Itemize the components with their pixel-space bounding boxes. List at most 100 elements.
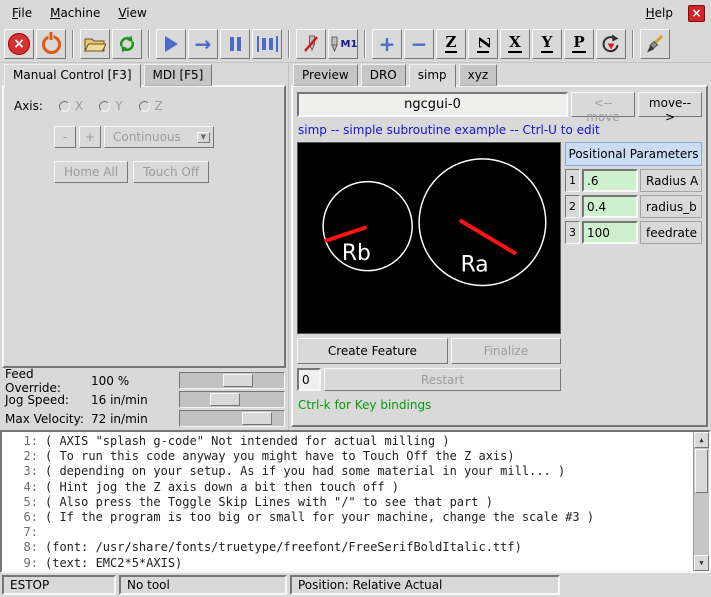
machine-power-button[interactable] — [36, 29, 66, 59]
param-value-entry[interactable]: 100 — [582, 221, 638, 244]
jog-minus-button[interactable]: - — [54, 126, 76, 148]
chevron-down-icon: ▼ — [197, 132, 210, 143]
positional-parameters: Positional Parameters 1 .6 Radius A 2 0.… — [565, 142, 702, 415]
gcode-line[interactable]: 3:( depending on your setup. As if you h… — [2, 464, 693, 479]
param-value-entry[interactable]: 0.4 — [582, 195, 638, 218]
move-right-button[interactable]: move--> — [638, 92, 702, 117]
rotate-view-button[interactable] — [596, 29, 626, 59]
gcode-line[interactable]: 4:( Hint jog the Z axis down a bit then … — [2, 480, 693, 495]
slider-thumb[interactable] — [210, 393, 240, 406]
view-front-button[interactable]: Y — [532, 29, 562, 59]
stop-icon — [257, 36, 278, 52]
view-perspective-button[interactable]: P — [564, 29, 594, 59]
gcode-line-text: (font: /usr/share/fonts/truetype/freefon… — [38, 540, 522, 555]
estop-button[interactable]: × — [4, 29, 34, 59]
gcode-line[interactable]: 9:(text: EMC2*5*AXIS) — [2, 556, 693, 571]
tab-dro[interactable]: DRO — [361, 64, 406, 86]
axis-z-radio[interactable]: Z — [139, 99, 163, 113]
jog-speed-slider[interactable] — [179, 391, 285, 408]
menu-help[interactable]: Help — [637, 2, 682, 24]
toolbar-separator — [148, 30, 150, 58]
move-left-button[interactable]: <--move — [571, 92, 635, 117]
zoom-out-icon: − — [411, 34, 428, 54]
gcode-line[interactable]: 1:( AXIS "splash g-code" Not intended fo… — [2, 434, 693, 449]
gcode-line-number: 6: — [2, 510, 38, 525]
param-index: 2 — [565, 195, 580, 218]
jog-plus-button[interactable]: + — [79, 126, 101, 148]
jog-mode-select[interactable]: Continuous ▼ — [104, 126, 214, 148]
clear-plot-button[interactable] — [640, 29, 670, 59]
gcode-line[interactable]: 8:(font: /usr/share/fonts/truetype/freef… — [2, 540, 693, 555]
gcode-line[interactable]: 5:( Also press the Toggle Skip Lines wit… — [2, 495, 693, 510]
restart-button[interactable]: Restart — [324, 368, 561, 391]
toolbar-separator — [632, 30, 634, 58]
gcode-line-text: (text: EMC2*5*AXIS) — [38, 556, 182, 571]
create-feature-button[interactable]: Create Feature — [297, 338, 448, 364]
feed-override-slider[interactable] — [179, 372, 285, 389]
scrollbar-thumb[interactable] — [695, 449, 708, 493]
gcode-line[interactable]: 6:( If the program is too big or small f… — [2, 510, 693, 525]
view-side-icon: X — [508, 35, 522, 53]
scroll-up-icon[interactable]: ▲ — [694, 432, 709, 448]
estop-icon: × — [8, 33, 30, 55]
menu-view[interactable]: View — [109, 2, 155, 24]
tab-mdi[interactable]: MDI [F5] — [144, 64, 213, 86]
max-velocity-value: 72 in/min — [91, 412, 179, 426]
brush-icon — [645, 34, 665, 54]
tab-simp[interactable]: simp — [409, 64, 456, 88]
view-side-button[interactable]: X — [500, 29, 530, 59]
gcode-line-number: 2: — [2, 449, 38, 464]
open-file-button[interactable] — [80, 29, 110, 59]
gcode-scrollbar[interactable]: ▲ ▼ — [693, 432, 709, 571]
reload-button[interactable] — [112, 29, 142, 59]
menubar: File Machine View Help × — [0, 0, 711, 26]
run-button[interactable] — [156, 29, 186, 59]
toolbar-separator — [364, 30, 366, 58]
step-button[interactable]: → — [188, 29, 218, 59]
optional-stop-m1-icon: M1 — [329, 36, 358, 52]
axis-x-radio[interactable]: X — [59, 99, 83, 113]
view-top-button[interactable]: Z — [436, 29, 466, 59]
param-value-entry[interactable]: .6 — [582, 169, 638, 192]
status-bar: ESTOP No tool Position: Relative Actual — [0, 573, 711, 597]
slider-thumb[interactable] — [242, 412, 272, 425]
pause-button[interactable] — [220, 29, 250, 59]
run-icon — [165, 36, 178, 52]
gcode-line[interactable]: 7: — [2, 525, 693, 540]
zoom-out-button[interactable]: − — [404, 29, 434, 59]
ngcgui-name-entry[interactable]: ngcgui-0 — [297, 92, 568, 117]
scrollbar-trough[interactable] — [694, 494, 709, 555]
toggle-optional-stop-button[interactable]: M1 — [328, 29, 358, 59]
param-row: 2 0.4 radius_b — [565, 195, 702, 218]
toggle-skip-lines-button[interactable] — [296, 29, 326, 59]
manual-control-frame: Axis: X Y Z - + — [2, 85, 286, 368]
tab-preview[interactable]: Preview — [293, 64, 358, 86]
view-perspective-icon: P — [572, 35, 585, 53]
radius-b-canvas-label: Rb — [342, 241, 371, 266]
subroutine-preview-canvas: Rb Ra — [297, 142, 561, 334]
tab-xyz[interactable]: xyz — [459, 64, 498, 86]
param-index: 3 — [565, 221, 580, 244]
menu-machine[interactable]: Machine — [41, 2, 109, 24]
touch-off-button[interactable]: Touch Off — [133, 161, 209, 183]
reload-icon — [117, 34, 137, 54]
home-all-button[interactable]: Home All — [54, 161, 128, 183]
max-velocity-slider[interactable] — [179, 410, 285, 427]
finalize-button[interactable]: Finalize — [451, 338, 561, 364]
axis-y-radio[interactable]: Y — [99, 99, 122, 113]
key-bindings-hint: Ctrl-k for Key bindings — [297, 395, 561, 415]
axis-main-window: File Machine View Help × × — [0, 0, 711, 597]
view-rotated-top-button[interactable]: Z — [468, 29, 498, 59]
tab-manual-control[interactable]: Manual Control [F3] — [4, 64, 141, 88]
gcode-line-number: 5: — [2, 495, 38, 510]
scroll-down-icon[interactable]: ▼ — [694, 555, 709, 571]
gcode-line[interactable]: 2:( To run this code anyway you might ha… — [2, 449, 693, 464]
rotate-icon — [601, 34, 621, 54]
menu-file[interactable]: File — [3, 2, 41, 24]
param-name-label: feedrate — [640, 221, 702, 244]
slider-thumb[interactable] — [223, 374, 253, 387]
stop-button[interactable] — [252, 29, 282, 59]
restart-count-entry[interactable]: 0 — [297, 368, 321, 391]
close-icon[interactable]: × — [688, 5, 705, 22]
zoom-in-button[interactable]: + — [372, 29, 402, 59]
